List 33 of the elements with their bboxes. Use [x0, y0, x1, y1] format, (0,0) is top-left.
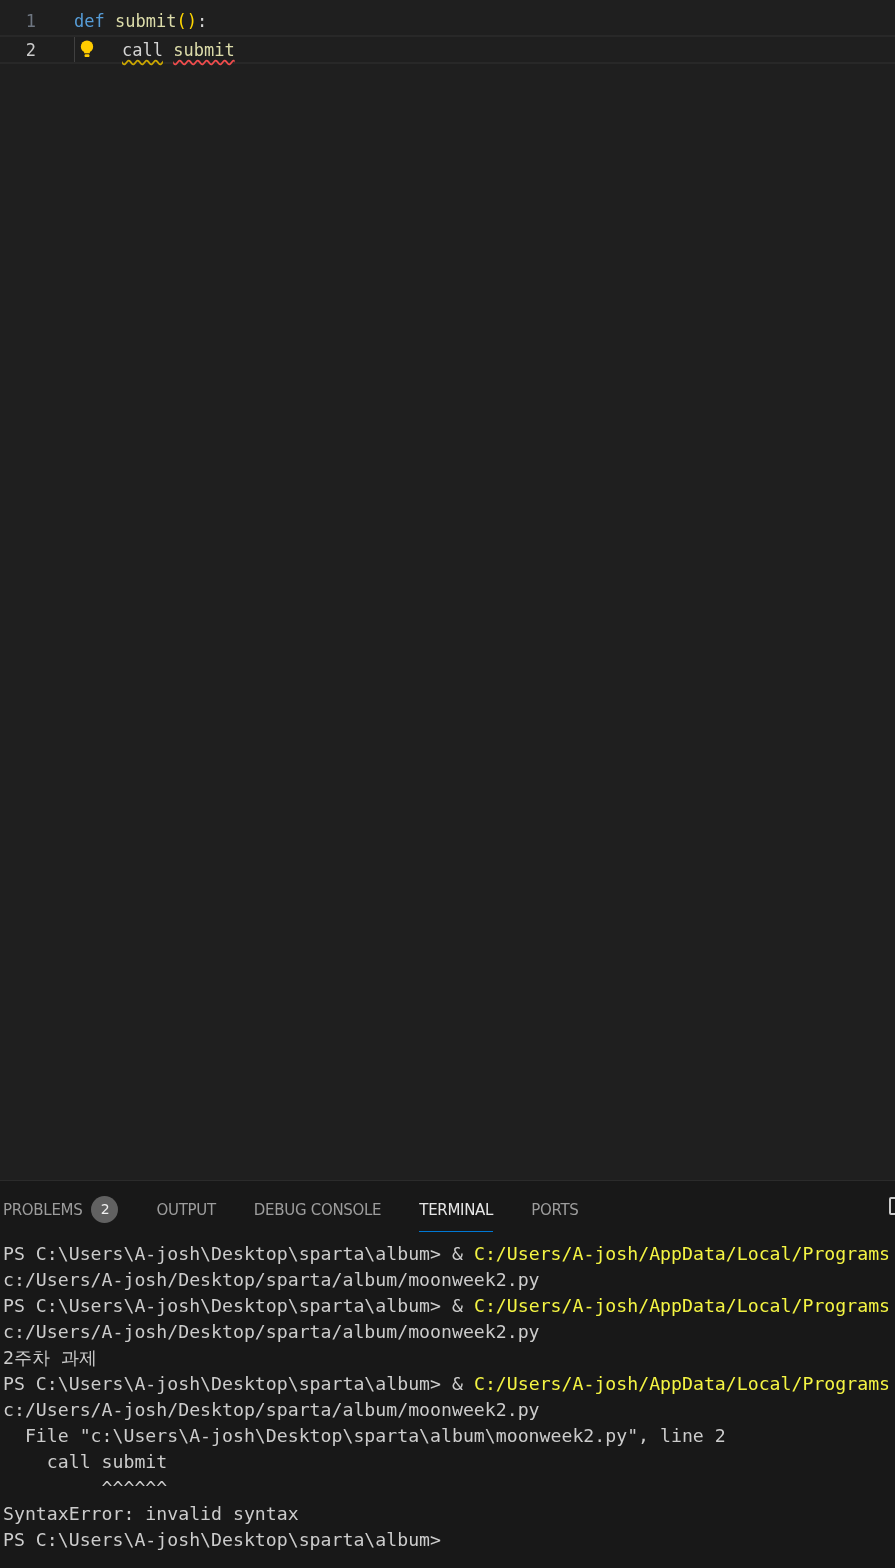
terminal-output: c:/Users/A-josh/Desktop/sparta/album/moonweek2.py	[3, 1268, 540, 1292]
terminal-prompt: PS C:\Users\A-josh\Desktop\sparta\album>	[3, 1242, 441, 1266]
terminal-output: call submit	[45, 1450, 168, 1474]
terminal-output: c:/Users/A-josh/Desktop/sparta/album/moonweek2.py	[3, 1320, 540, 1344]
panel-tab[interactable]: OUTPUT	[156, 1188, 216, 1232]
code-token: submit	[173, 39, 235, 60]
panel-tab[interactable]: DEBUG CONSOLE	[253, 1188, 382, 1232]
code-token: def	[74, 10, 105, 31]
code-token: call	[122, 39, 163, 60]
count-badge: 2	[91, 1196, 119, 1223]
terminal-operator: &	[452, 1372, 463, 1396]
line-number: 1	[24, 10, 36, 31]
terminal-output: 2주차 과제	[3, 1346, 97, 1370]
terminal-command: C:/Users/A-josh/AppData/Local/Programs	[473, 1372, 891, 1396]
panel-tab[interactable]: PROBLEMS 2	[3, 1188, 119, 1232]
code-token: :	[196, 10, 208, 31]
terminal-operator: &	[452, 1294, 463, 1318]
panel-tab[interactable]: TERMINAL	[419, 1188, 494, 1232]
terminal-operator: &	[452, 1242, 463, 1266]
line-number: 2	[24, 39, 36, 60]
lightbulb-icon[interactable]	[80, 40, 94, 59]
terminal-prompt: PS C:\Users\A-josh\Desktop\sparta\album>	[3, 1294, 441, 1318]
terminal-output: c:/Users/A-josh/Desktop/sparta/album/moonweek2.py	[3, 1398, 540, 1422]
terminal-prompt: PS C:\Users\A-josh\Desktop\sparta\album>	[3, 1372, 441, 1396]
terminal-output: SyntaxError: invalid syntax	[3, 1502, 299, 1526]
terminal-prompt: PS C:\Users\A-josh\Desktop\sparta\album>	[3, 1528, 441, 1552]
code-token: submit	[114, 10, 177, 31]
panel-tab[interactable]: PORTS	[531, 1188, 579, 1232]
terminal-output: ^^^^^^	[100, 1476, 168, 1500]
code-token: ()	[176, 10, 197, 31]
terminal-output: File "c:\Users\A-josh\Desktop\sparta\album\moonweek2.py", line 2	[23, 1424, 726, 1448]
terminal-command: C:/Users/A-josh/AppData/Local/Programs	[473, 1294, 891, 1318]
terminal-command: C:/Users/A-josh/AppData/Local/Programs	[473, 1242, 891, 1266]
